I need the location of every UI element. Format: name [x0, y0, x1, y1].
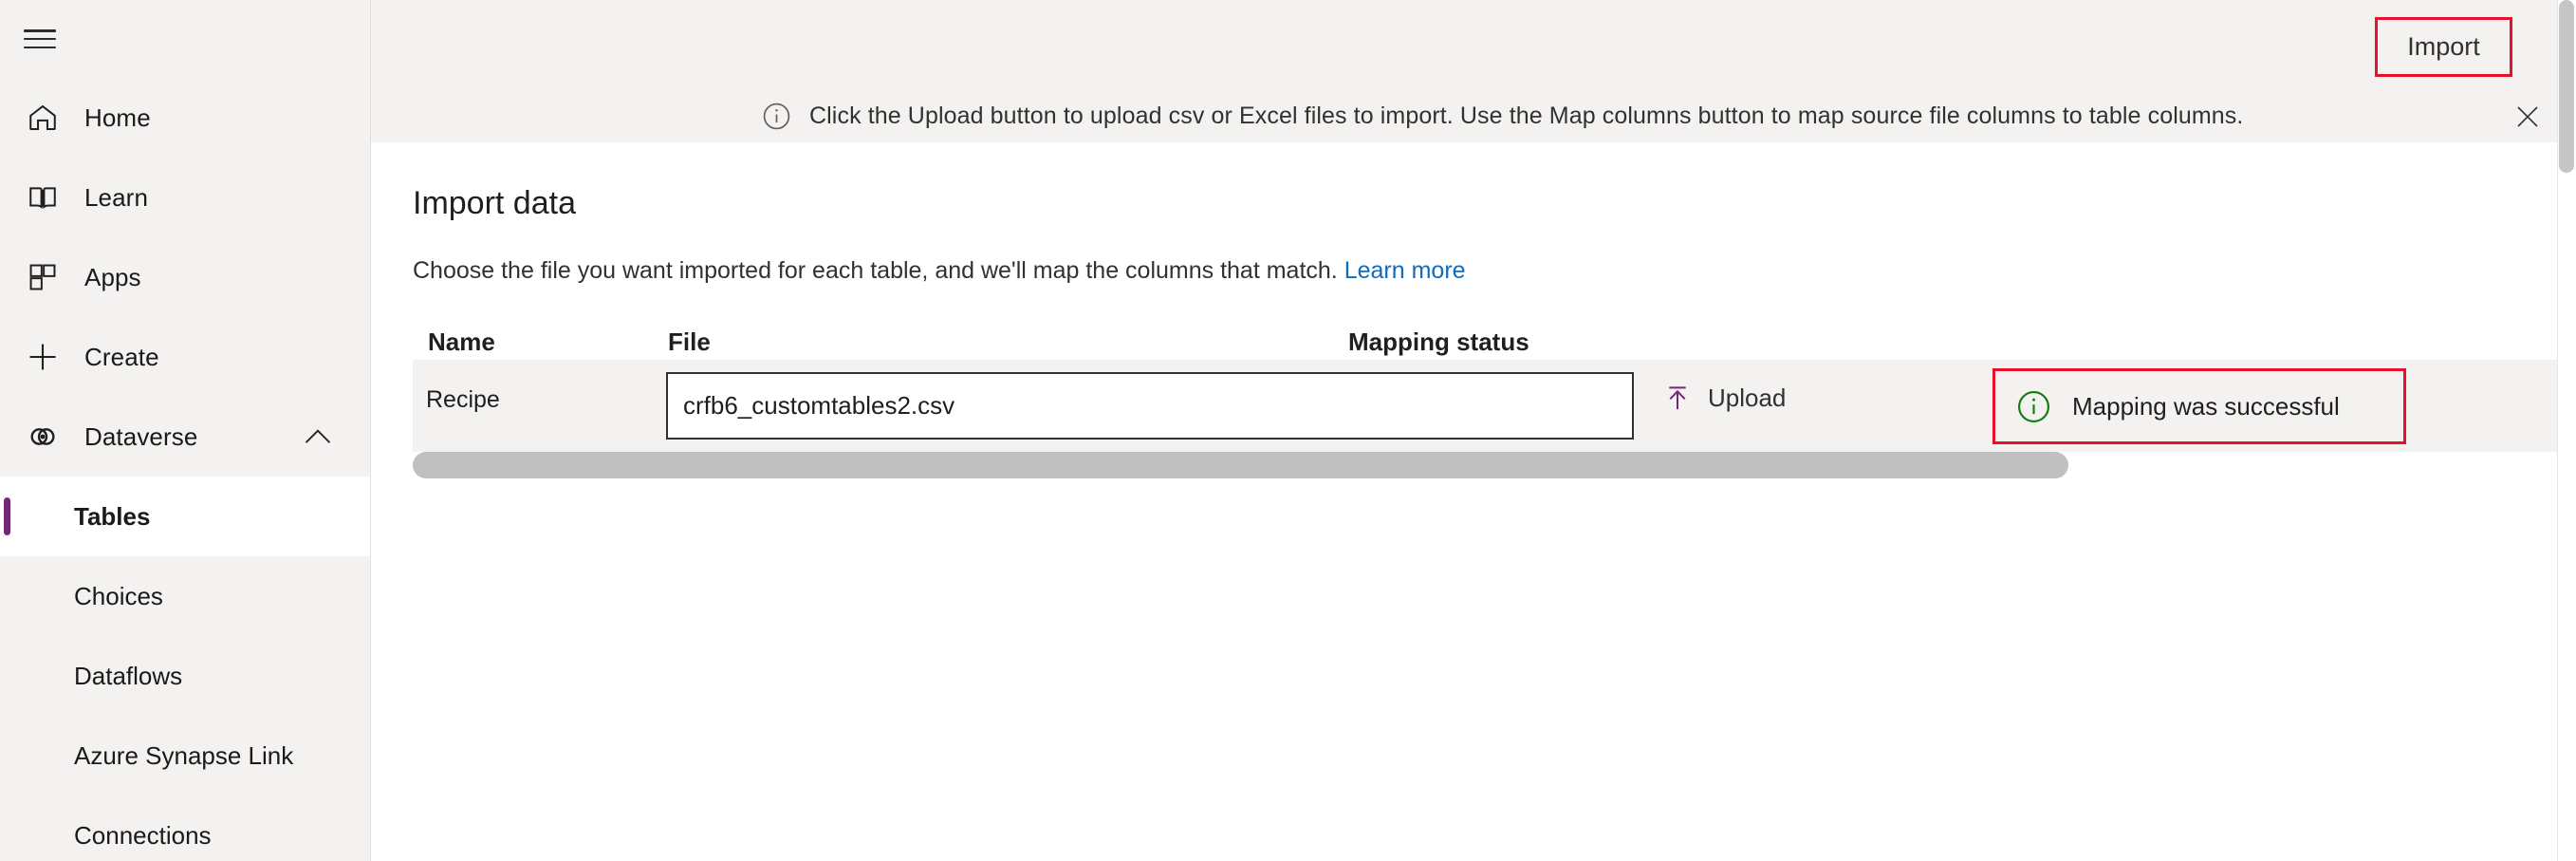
- sidebar: Home Learn Apps: [0, 0, 371, 861]
- import-grid: Name File Mapping status Recipe: [413, 328, 2576, 452]
- mapping-status-label: Mapping was successful: [2072, 392, 2340, 421]
- info-circle-icon: [2016, 389, 2051, 424]
- sidebar-subitem-label: Choices: [74, 582, 163, 611]
- column-header-name: Name: [428, 328, 495, 357]
- file-name-input[interactable]: [666, 372, 1634, 440]
- sidebar-item-tables[interactable]: Tables: [0, 477, 370, 556]
- upload-button[interactable]: Upload: [1662, 383, 1786, 413]
- sidebar-item-dataflows[interactable]: Dataflows: [0, 636, 370, 716]
- sidebar-subitem-label: Tables: [74, 502, 150, 532]
- vertical-scrollbar-thumb[interactable]: [2559, 0, 2574, 173]
- table-row: Recipe Upload: [413, 360, 2576, 452]
- upload-button-label: Upload: [1708, 384, 1786, 413]
- main-content: Import Click the Upload button to upload…: [371, 0, 2576, 861]
- sidebar-item-label: Home: [84, 103, 151, 133]
- apps-grid-icon: [24, 258, 62, 296]
- close-icon[interactable]: [2511, 100, 2545, 134]
- import-button[interactable]: Import: [2375, 17, 2512, 77]
- upload-arrow-icon: [1662, 383, 1693, 413]
- sidebar-item-dataverse[interactable]: Dataverse: [0, 397, 370, 477]
- grid-header-row: Name File Mapping status: [413, 328, 2576, 360]
- sidebar-header: [0, 0, 370, 78]
- horizontal-scrollbar-thumb[interactable]: [413, 452, 2068, 478]
- learn-more-link[interactable]: Learn more: [1344, 257, 1466, 284]
- sidebar-item-learn[interactable]: Learn: [0, 158, 370, 237]
- page-subtitle-text: Choose the file you want imported for ea…: [413, 257, 1338, 284]
- horizontal-scrollbar[interactable]: [413, 452, 2576, 478]
- page-subtitle: Choose the file you want imported for ea…: [413, 257, 1466, 285]
- import-data-panel: Import data Choose the file you want imp…: [371, 142, 2576, 861]
- sidebar-item-azure-synapse-link[interactable]: Azure Synapse Link: [0, 716, 370, 795]
- chevron-up-icon[interactable]: [304, 428, 332, 445]
- column-header-mapping-status: Mapping status: [1348, 328, 1529, 357]
- sidebar-item-create[interactable]: Create: [0, 317, 370, 397]
- sidebar-item-label: Create: [84, 343, 159, 372]
- info-circle-icon: [762, 102, 791, 131]
- info-banner: Click the Upload button to upload csv or…: [371, 89, 2558, 142]
- mapping-status-badge[interactable]: Mapping was successful: [1992, 368, 2406, 444]
- vertical-scrollbar[interactable]: [2557, 0, 2576, 861]
- home-icon: [24, 99, 62, 137]
- sidebar-item-apps[interactable]: Apps: [0, 237, 370, 317]
- sidebar-item-label: Apps: [84, 263, 141, 292]
- sidebar-subitem-label: Connections: [74, 821, 212, 851]
- hamburger-icon[interactable]: [24, 27, 56, 51]
- dataverse-icon: [24, 418, 62, 456]
- sidebar-subitem-label: Dataflows: [74, 662, 182, 691]
- column-header-file: File: [668, 328, 711, 357]
- sidebar-item-choices[interactable]: Choices: [0, 556, 370, 636]
- sidebar-item-label: Learn: [84, 183, 148, 213]
- sidebar-subitem-label: Azure Synapse Link: [74, 741, 293, 771]
- info-banner-text: Click the Upload button to upload csv or…: [809, 103, 2243, 130]
- cell-table-name: Recipe: [426, 386, 500, 414]
- sidebar-item-label: Dataverse: [84, 422, 197, 452]
- app-root: Home Learn Apps: [0, 0, 2576, 861]
- page-title: Import data: [413, 185, 576, 222]
- sidebar-item-home[interactable]: Home: [0, 78, 370, 158]
- book-icon: [24, 178, 62, 216]
- sidebar-item-connections[interactable]: Connections: [0, 795, 370, 861]
- plus-icon: [24, 338, 62, 376]
